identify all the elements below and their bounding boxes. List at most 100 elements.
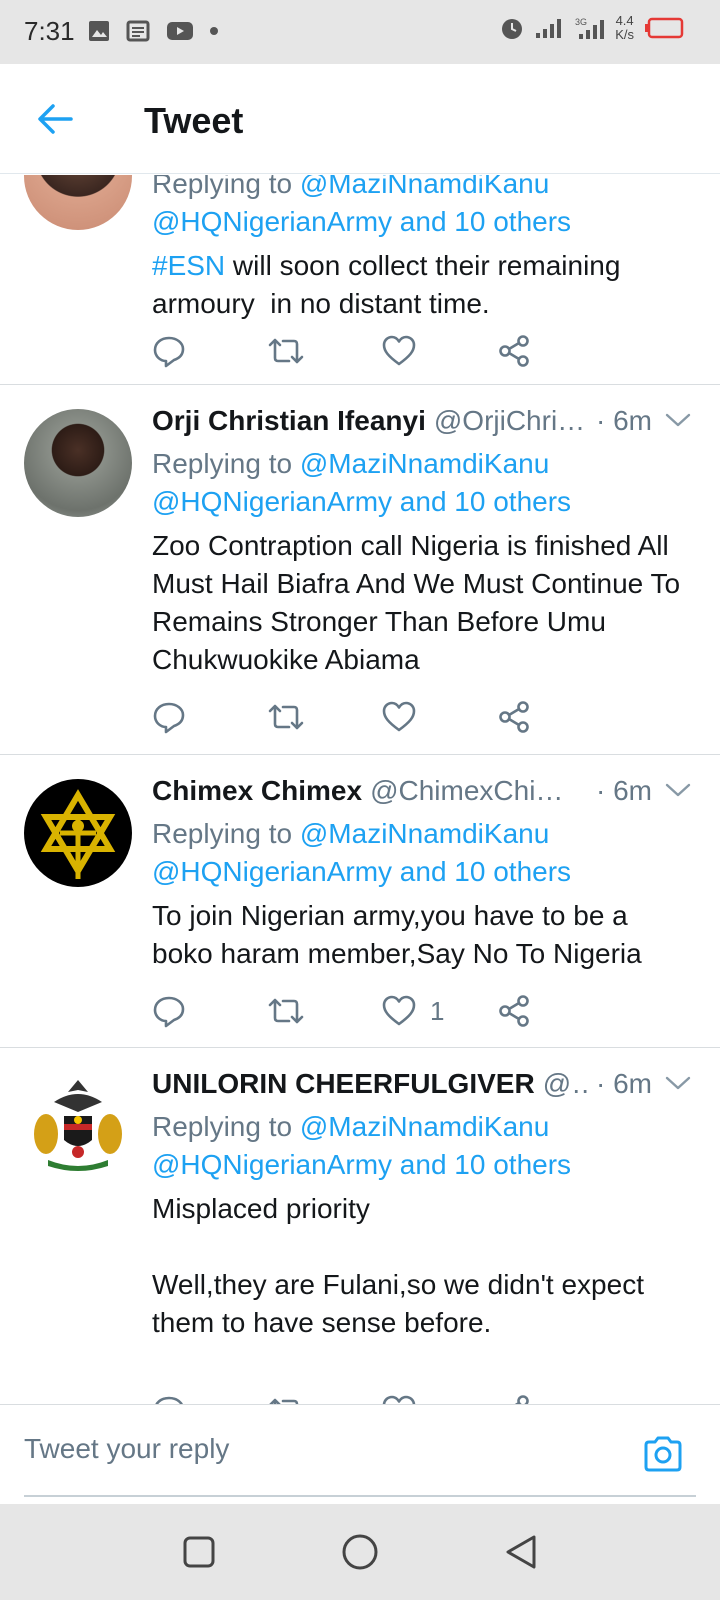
mention-link[interactable]: @MaziNnamdiKanu [300, 1111, 549, 1142]
reply-icon [153, 336, 185, 368]
tweet-item[interactable]: Chimex Chimex @ChimexChi… · 6m Replying … [0, 755, 720, 1048]
reply-composer: Tweet your reply [0, 1404, 720, 1504]
reply-button[interactable] [152, 697, 267, 737]
tweet-item[interactable]: Orji Christian Ifeanyi @OrjiChri… · 6m R… [0, 385, 720, 755]
tweet-text: Misplaced priority Well,they are Fulani,… [152, 1193, 644, 1338]
tweet-actions [152, 697, 612, 737]
tweet-content: UNILORIN CHEERFULGIVER @… · 6m Replying … [152, 1068, 696, 1342]
retweet-button[interactable] [267, 1391, 382, 1405]
tweet-content: Orji Christian Ifeanyi @OrjiChri… · 6m R… [152, 405, 696, 679]
like-button[interactable] [382, 331, 497, 371]
reply-prefix: Replying to [152, 818, 293, 849]
avatar[interactable] [24, 1072, 132, 1180]
tweet-time: · 6m [596, 405, 652, 436]
page-title: Tweet [144, 100, 244, 141]
back-button[interactable] [30, 94, 80, 144]
share-button[interactable] [497, 1391, 612, 1405]
mention-link[interactable]: @MaziNnamdiKanu [300, 448, 549, 479]
author-handle: @OrjiChri… [433, 405, 586, 436]
svg-text:3G: 3G [575, 17, 587, 27]
coat-of-arms-logo [34, 1080, 122, 1171]
like-icon [382, 995, 416, 1026]
app-header: Tweet [0, 64, 720, 174]
tweet-content: Replying to @MaziNnamdiKanu @HQNigerianA… [152, 175, 696, 323]
signal-3g-icon: 3G [575, 17, 605, 39]
net-speed-value: 4.4 [615, 13, 634, 28]
avatar[interactable] [24, 409, 132, 517]
tweet-text: To join Nigerian army,you have to be a b… [152, 900, 642, 969]
reply-input-underline [24, 1495, 696, 1497]
author-name[interactable]: Orji Christian Ifeanyi [152, 405, 426, 437]
share-button[interactable] [497, 331, 612, 371]
mention-link-others[interactable]: @HQNigerianArmy and 10 others [152, 203, 696, 241]
share-icon [499, 995, 529, 1027]
mention-link[interactable]: @MaziNnamdiKanu [300, 175, 549, 199]
reply-context: Replying to @MaziNnamdiKanu [152, 815, 696, 853]
author-handle: @… [542, 1068, 588, 1099]
system-nav-bar [0, 1504, 720, 1600]
reply-button[interactable] [152, 991, 267, 1031]
reply-button[interactable] [152, 1391, 267, 1405]
retweet-icon [268, 338, 304, 364]
avatar[interactable] [24, 779, 132, 887]
back-arrow-icon [38, 104, 73, 134]
like-icon [382, 335, 416, 366]
status-bar: 7:31 3G 4.4 K/s [0, 0, 720, 64]
back-nav-icon[interactable] [504, 1534, 538, 1570]
mention-link-others[interactable]: @HQNigerianArmy and 10 others [152, 853, 696, 891]
mention-link-others[interactable]: @HQNigerianArmy and 10 others [152, 483, 696, 521]
reply-icon [153, 702, 185, 734]
tweet-item[interactable]: Replying to @MaziNnamdiKanu @HQNigerianA… [0, 175, 720, 385]
retweet-icon [268, 704, 304, 730]
tweet-text: #ESN will soon collect their remaining a… [152, 247, 696, 323]
like-count: 1 [430, 995, 445, 1026]
share-button[interactable] [497, 991, 612, 1031]
tweet-time: · 6m [596, 1068, 652, 1099]
reply-prefix: Replying to [152, 1111, 293, 1142]
reply-icon [153, 996, 185, 1028]
tweet-actions [152, 1391, 612, 1405]
author-handle: @ChimexChi… [370, 775, 564, 806]
tweet-header: Orji Christian Ifeanyi @OrjiChri… · 6m [152, 405, 696, 445]
retweet-button[interactable] [267, 331, 382, 371]
tweet-header: UNILORIN CHEERFULGIVER @… · 6m [152, 1068, 696, 1108]
tweet-content: Chimex Chimex @ChimexChi… · 6m Replying … [152, 775, 696, 973]
tweet-time: · 6m [596, 775, 652, 806]
tweet-actions [152, 331, 612, 371]
reply-button[interactable] [152, 331, 267, 371]
mention-link[interactable]: @MaziNnamdiKanu [300, 818, 549, 849]
reply-prefix: Replying to [152, 175, 293, 199]
share-button[interactable] [497, 697, 612, 737]
mention-link-others[interactable]: @HQNigerianArmy and 10 others [152, 1146, 696, 1184]
youtube-icon [167, 22, 193, 40]
caret-down-icon[interactable] [664, 411, 692, 429]
reply-context: Replying to @MaziNnamdiKanu [152, 1108, 696, 1146]
alarm-icon [502, 19, 523, 39]
signal-icon [536, 19, 562, 38]
retweet-button[interactable] [267, 697, 382, 737]
retweet-icon [268, 998, 304, 1024]
system-icons: 3G 4.4 K/s [499, 14, 684, 42]
home-icon[interactable] [341, 1533, 379, 1571]
recent-apps-icon[interactable] [182, 1535, 216, 1569]
author-name[interactable]: UNILORIN CHEERFULGIVER [152, 1068, 535, 1100]
star-of-david-logo [40, 789, 116, 879]
like-button[interactable]: 1 [382, 991, 497, 1031]
like-button[interactable] [382, 1391, 497, 1405]
retweet-button[interactable] [267, 991, 382, 1031]
camera-icon [644, 1436, 682, 1472]
camera-button[interactable] [642, 1435, 684, 1478]
tweet-text: Zoo Contraption call Nigeria is finished… [152, 530, 688, 675]
share-icon [499, 335, 529, 367]
caret-down-icon[interactable] [664, 1074, 692, 1092]
like-button[interactable] [382, 697, 497, 737]
reply-feed[interactable]: Replying to @MaziNnamdiKanu @HQNigerianA… [0, 175, 720, 1405]
avatar[interactable] [24, 175, 132, 230]
reply-prefix: Replying to [152, 448, 293, 479]
caret-down-icon[interactable] [664, 781, 692, 799]
reply-context: Replying to @MaziNnamdiKanu [152, 445, 696, 483]
author-name[interactable]: Chimex Chimex [152, 775, 362, 807]
hashtag-link[interactable]: #ESN [152, 250, 225, 281]
reply-input[interactable]: Tweet your reply [24, 1433, 229, 1465]
tweet-item[interactable]: UNILORIN CHEERFULGIVER @… · 6m Replying … [0, 1048, 720, 1405]
